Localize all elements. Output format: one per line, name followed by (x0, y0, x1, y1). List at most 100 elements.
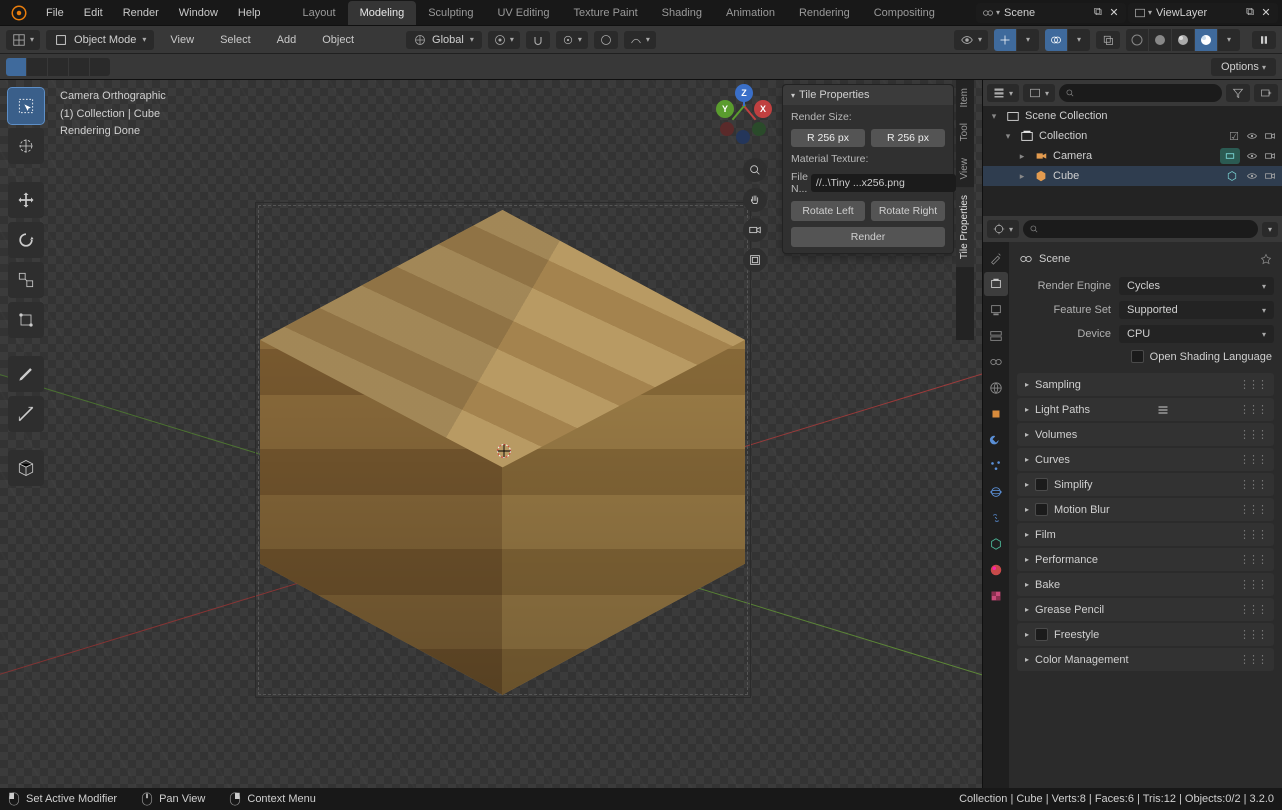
workspace-shading[interactable]: Shading (650, 1, 714, 25)
select-mode-box[interactable] (27, 58, 47, 76)
select-mode-lasso[interactable] (69, 58, 89, 76)
scene-browse-icon[interactable] (980, 5, 996, 21)
tool-move[interactable] (8, 182, 44, 218)
grip-icon[interactable]: ⋮⋮⋮ (1239, 553, 1266, 566)
render-panel-film[interactable]: ▸Film⋮⋮⋮ (1017, 523, 1274, 546)
panel-checkbox[interactable] (1035, 628, 1048, 641)
proptab-world-icon[interactable] (984, 376, 1008, 400)
proptab-tool-icon[interactable] (984, 246, 1008, 270)
grip-icon[interactable]: ⋮⋮⋮ (1239, 378, 1266, 391)
menu-render[interactable]: Render (113, 3, 169, 23)
viewlayer-icon[interactable] (1132, 5, 1148, 21)
pivot-point-dropdown[interactable]: ▾ (488, 31, 520, 49)
shading-rendered[interactable] (1195, 29, 1217, 51)
shading-wireframe[interactable] (1126, 29, 1148, 51)
tool-annotate[interactable] (8, 356, 44, 392)
grip-icon[interactable]: ⋮⋮⋮ (1239, 478, 1266, 491)
grip-icon[interactable]: ⋮⋮⋮ (1239, 603, 1266, 616)
menu-view[interactable]: View (160, 30, 204, 50)
render-panel-curves[interactable]: ▸Curves⋮⋮⋮ (1017, 448, 1274, 471)
grip-icon[interactable]: ⋮⋮⋮ (1239, 403, 1266, 416)
proportional-dropdown[interactable]: ▾ (624, 31, 656, 49)
proptab-material-icon[interactable] (984, 558, 1008, 582)
render-panel-motion-blur[interactable]: ▸Motion Blur⋮⋮⋮ (1017, 498, 1274, 521)
camera-constraint-icon[interactable] (1220, 148, 1240, 164)
workspace-sculpting[interactable]: Sculpting (416, 1, 485, 25)
outliner-search[interactable] (1059, 84, 1222, 102)
proptab-viewlayer-icon[interactable] (984, 324, 1008, 348)
menu-select[interactable]: Select (210, 30, 261, 50)
menu-object[interactable]: Object (312, 30, 364, 50)
shading-matprev[interactable] (1172, 29, 1194, 51)
tool-options-dropdown[interactable]: Options ▾ (1211, 58, 1276, 76)
properties-editor-dropdown[interactable]: ▾ (987, 220, 1019, 238)
outliner-collection[interactable]: ▾ Collection ☑ (983, 126, 1282, 146)
grip-icon[interactable]: ⋮⋮⋮ (1239, 453, 1266, 466)
grip-icon[interactable]: ⋮⋮⋮ (1239, 628, 1266, 641)
camera-view-icon[interactable] (743, 218, 767, 242)
proptab-scene-icon[interactable] (984, 350, 1008, 374)
render-panel-simplify[interactable]: ▸Simplify⋮⋮⋮ (1017, 473, 1274, 496)
grip-icon[interactable]: ⋮⋮⋮ (1239, 428, 1266, 441)
osl-checkbox[interactable] (1131, 350, 1144, 363)
select-mode-circle[interactable] (48, 58, 68, 76)
proptab-data-icon[interactable] (984, 532, 1008, 556)
pin-icon[interactable] (1260, 253, 1272, 265)
snap-dropdown[interactable]: ▾ (556, 31, 588, 49)
proptab-constraint-icon[interactable] (984, 506, 1008, 530)
render-panel-grease-pencil[interactable]: ▸Grease Pencil⋮⋮⋮ (1017, 598, 1274, 621)
render-panel-color-management[interactable]: ▸Color Management⋮⋮⋮ (1017, 648, 1274, 671)
ntab-tileprops[interactable]: Tile Properties (956, 187, 974, 267)
proptab-particle-icon[interactable] (984, 454, 1008, 478)
outliner-new-collection-icon[interactable] (1254, 84, 1278, 102)
overlay-toggle[interactable] (1045, 29, 1067, 51)
collection-visibility-icon[interactable] (1244, 128, 1260, 144)
pause-render-icon[interactable] (1252, 31, 1276, 49)
select-mode-tweak[interactable] (6, 58, 26, 76)
3d-viewport[interactable]: Camera Orthographic (1) Collection | Cub… (0, 80, 982, 788)
tool-measure[interactable] (8, 396, 44, 432)
tool-add-cube[interactable] (8, 450, 44, 486)
render-panel-light-paths[interactable]: ▸Light Paths⋮⋮⋮ (1017, 398, 1274, 421)
grip-icon[interactable]: ⋮⋮⋮ (1239, 653, 1266, 666)
workspace-rendering[interactable]: Rendering (787, 1, 862, 25)
pan-gizmo-icon[interactable] (743, 188, 767, 212)
cube-material-icon[interactable] (1224, 168, 1240, 184)
cube-visibility-icon[interactable] (1244, 168, 1260, 184)
menu-edit[interactable]: Edit (74, 3, 113, 23)
render-size-x[interactable]: R 256 px (791, 129, 865, 147)
viewlayer-name-input[interactable] (1152, 7, 1242, 19)
mode-selector[interactable]: Object Mode ▾ (46, 30, 154, 50)
tool-scale[interactable] (8, 262, 44, 298)
scene-selector[interactable]: ▾ ⧉ ✕ (976, 3, 1126, 23)
preset-icon[interactable] (1157, 404, 1169, 416)
workspace-uvediting[interactable]: UV Editing (485, 1, 561, 25)
proptab-render-icon[interactable] (984, 272, 1008, 296)
render-panel-performance[interactable]: ▸Performance⋮⋮⋮ (1017, 548, 1274, 571)
render-panel-freestyle[interactable]: ▸Freestyle⋮⋮⋮ (1017, 623, 1274, 646)
cube-render-icon[interactable] (1262, 168, 1278, 184)
proptab-modifier-icon[interactable] (984, 428, 1008, 452)
collection-exclude-checkbox[interactable]: ☑ (1226, 128, 1242, 144)
feature-set-dropdown[interactable]: Supported▾ (1119, 301, 1274, 319)
menu-file[interactable]: File (36, 3, 74, 23)
grip-icon[interactable]: ⋮⋮⋮ (1239, 503, 1266, 516)
tool-cursor[interactable] (8, 128, 44, 164)
outliner-item-camera[interactable]: ▸ Camera (983, 146, 1282, 166)
xray-toggle[interactable] (1096, 31, 1120, 49)
render-button[interactable]: Render (791, 227, 945, 247)
camera-render-icon[interactable] (1262, 148, 1278, 164)
menu-add[interactable]: Add (267, 30, 307, 50)
camera-visibility-icon[interactable] (1244, 148, 1260, 164)
workspace-modeling[interactable]: Modeling (348, 1, 417, 25)
zoom-gizmo-icon[interactable] (743, 158, 767, 182)
properties-options-icon[interactable]: ▾ (1262, 222, 1278, 237)
render-panel-sampling[interactable]: ▸Sampling⋮⋮⋮ (1017, 373, 1274, 396)
outliner-editor-dropdown[interactable]: ▾ (987, 84, 1019, 102)
proptab-texture-icon[interactable] (984, 584, 1008, 608)
viewlayer-delete-icon[interactable]: ✕ (1258, 5, 1274, 21)
panel-checkbox[interactable] (1035, 478, 1048, 491)
rotate-right-button[interactable]: Rotate Right (871, 201, 945, 221)
properties-search[interactable] (1023, 220, 1258, 238)
scene-new-icon[interactable]: ⧉ (1090, 5, 1106, 21)
